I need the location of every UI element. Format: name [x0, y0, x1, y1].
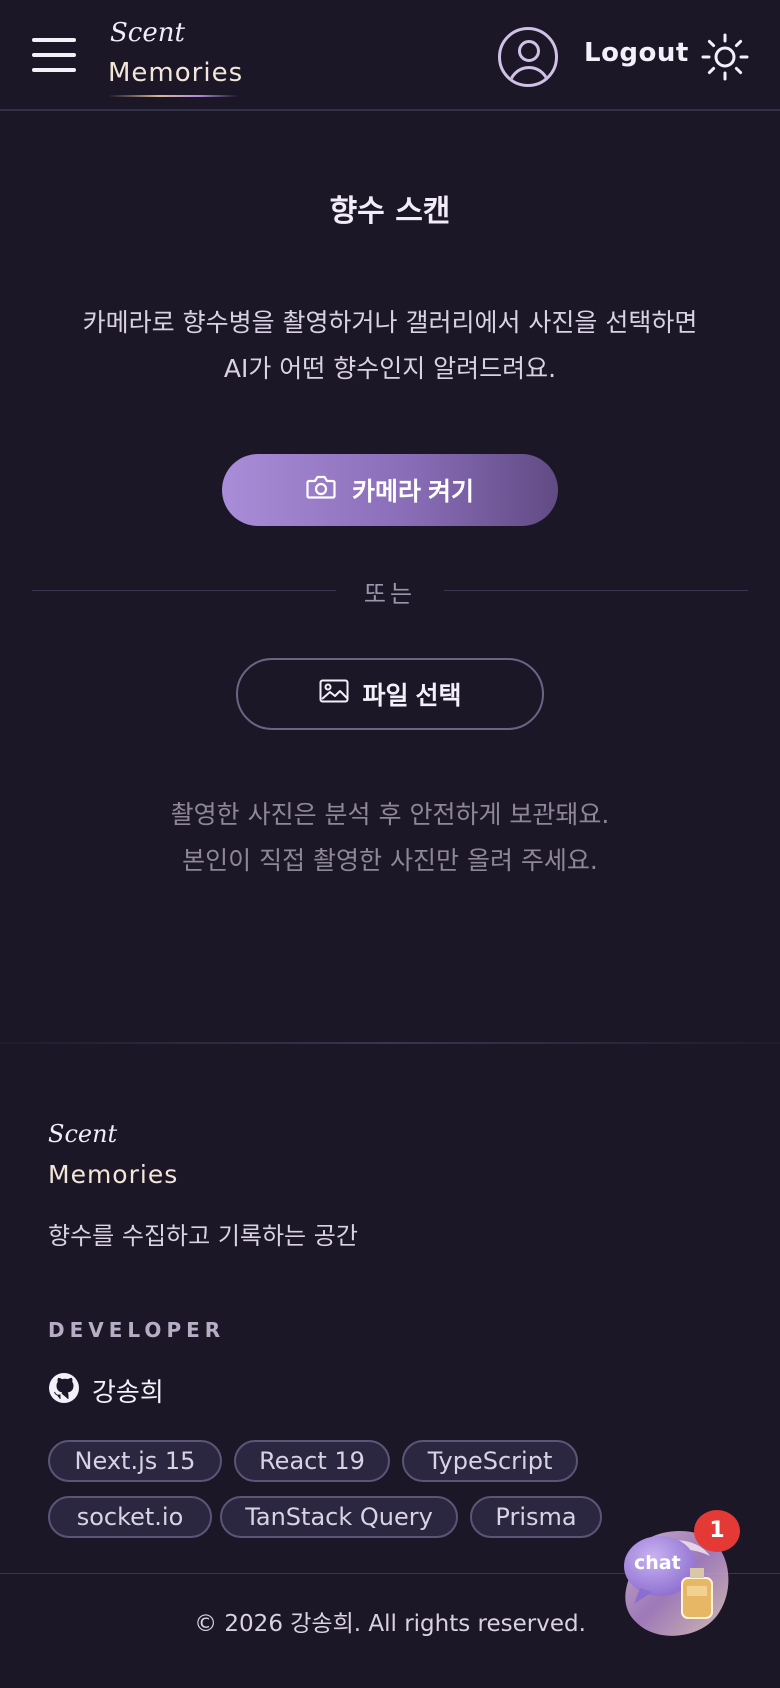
footer-logo-script: Scent [48, 1120, 118, 1148]
chat-notification-badge: 1 [694, 1510, 740, 1552]
logo-name: Memories [108, 58, 244, 88]
footer-divider [0, 1042, 780, 1044]
hamburger-menu-icon[interactable] [32, 38, 76, 72]
camera-button-label: 카메라 켜기 [352, 478, 474, 506]
description-line: 카메라로 향수병을 촬영하거나 갤러리에서 사진을 선택하면 [82, 308, 698, 337]
privacy-note: 촬영한 사진은 분석 후 안전하게 보관돼요. 본인이 직접 촬영한 사진만 올… [0, 792, 780, 884]
developer-name: 강송희 [92, 1377, 164, 1408]
github-icon [48, 1372, 80, 1408]
camera-icon [306, 474, 336, 507]
developer-label: DEVELOPER [48, 1318, 226, 1342]
logout-button[interactable]: Logout [584, 38, 689, 68]
divider-line-left [32, 590, 336, 591]
developer-github-link[interactable]: 강송희 [48, 1372, 164, 1408]
logo-underline [108, 95, 238, 97]
tech-tag: socket.io [48, 1496, 212, 1538]
divider-line-right [444, 590, 748, 591]
page-description: 카메라로 향수병을 촬영하거나 갤러리에서 사진을 선택하면 AI가 어떤 향수… [0, 300, 780, 392]
file-select-button[interactable]: 파일 선택 [236, 658, 544, 730]
tech-tag: Prisma [470, 1496, 602, 1538]
camera-on-button[interactable]: 카메라 켜기 [222, 454, 558, 526]
description-line: AI가 어떤 향수인지 알려드려요. [223, 354, 557, 383]
tech-tag: Next.js 15 [48, 1440, 222, 1482]
tech-tag: TanStack Query [220, 1496, 458, 1538]
footer-logo-name: Memories [48, 1160, 179, 1189]
tech-tag: TypeScript [402, 1440, 578, 1482]
chat-label: chat [634, 1552, 681, 1574]
sun-icon[interactable] [700, 32, 750, 82]
tech-tag: React 19 [234, 1440, 390, 1482]
footer-tagline: 향수를 수집하고 기록하는 공간 [48, 1222, 358, 1250]
note-line: 촬영한 사진은 분석 후 안전하게 보관돼요. [170, 800, 610, 829]
logo[interactable]: Scent Memories [108, 16, 242, 100]
divider-text: 또는 [363, 580, 417, 608]
top-header: Scent Memories Logout [0, 0, 780, 111]
user-circle-icon[interactable] [498, 27, 558, 87]
file-button-label: 파일 선택 [362, 682, 462, 710]
image-icon [319, 679, 349, 710]
note-line: 본인이 직접 촬영한 사진만 올려 주세요. [182, 846, 598, 875]
page-title: 향수 스캔 [329, 194, 451, 229]
logo-script: Scent [110, 18, 185, 48]
